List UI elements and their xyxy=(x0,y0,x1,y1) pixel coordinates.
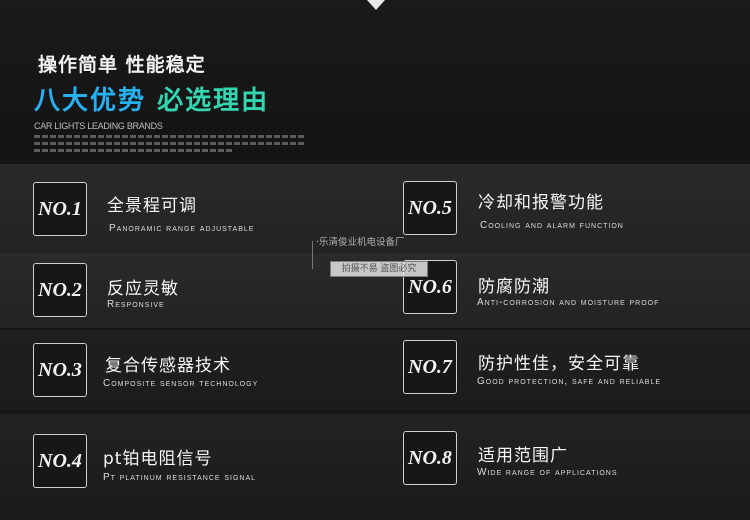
fine-print-decoration xyxy=(34,135,304,138)
feature-number-badge: NO.4 xyxy=(33,434,87,488)
feature-number-badge: NO.7 xyxy=(403,340,457,394)
feature-subtitle-en: Pt platinum resistance signal xyxy=(103,472,257,483)
headline-part-reasons: 必选理由 xyxy=(157,86,270,116)
header-subtitle: 操作简单 性能稳定 xyxy=(38,54,206,76)
feature-title: 防护性佳，安全可靠 xyxy=(478,354,640,374)
feature-number-badge: NO.3 xyxy=(33,343,87,397)
watermark-notice: 拍摄不易 盗图必究 xyxy=(330,261,428,277)
feature-title: 全景程可调 xyxy=(107,196,197,216)
feature-subtitle-en: Wide range of applications xyxy=(477,467,618,478)
feature-number-badge: NO.2 xyxy=(33,263,87,317)
feature-number-badge: NO.1 xyxy=(33,182,87,236)
feature-subtitle-en: Anti-corrosion and moisture proof xyxy=(477,297,660,308)
feature-subtitle-en: Responsive xyxy=(107,299,165,310)
feature-subtitle-en: Good protection, safe and reliable xyxy=(477,376,662,387)
header-headline: 八大优势 必选理由 xyxy=(34,80,269,117)
feature-subtitle-en: Panoramic range adjustable xyxy=(109,223,255,234)
feature-number-badge: NO.5 xyxy=(403,181,457,235)
brand-tagline: CAR LIGHTS LEADING BRANDS xyxy=(34,121,163,131)
feature-title: pt铂电阻信号 xyxy=(103,449,213,469)
feature-number-badge: NO.8 xyxy=(403,431,457,485)
feature-title: 防腐防潮 xyxy=(478,277,550,297)
headline-part-advantages: 八大优势 xyxy=(34,86,147,116)
feature-title: 适用范围广 xyxy=(478,446,568,466)
watermark-company: ·乐清俊业机电设备厂 xyxy=(316,237,405,248)
feature-title: 冷却和报警功能 xyxy=(478,193,604,213)
feature-subtitle-en: Cooling and alarm function xyxy=(480,220,624,231)
down-arrow-icon xyxy=(367,0,385,10)
feature-subtitle-en: Composite sensor technology xyxy=(103,378,259,389)
fine-print-decoration xyxy=(34,142,304,145)
watermark: ·乐清俊业机电设备厂 拍摄不易 盗图必究 xyxy=(312,232,434,277)
feature-title: 复合传感器技术 xyxy=(105,356,231,376)
feature-title: 反应灵敏 xyxy=(107,279,179,299)
fine-print-decoration xyxy=(34,149,234,152)
